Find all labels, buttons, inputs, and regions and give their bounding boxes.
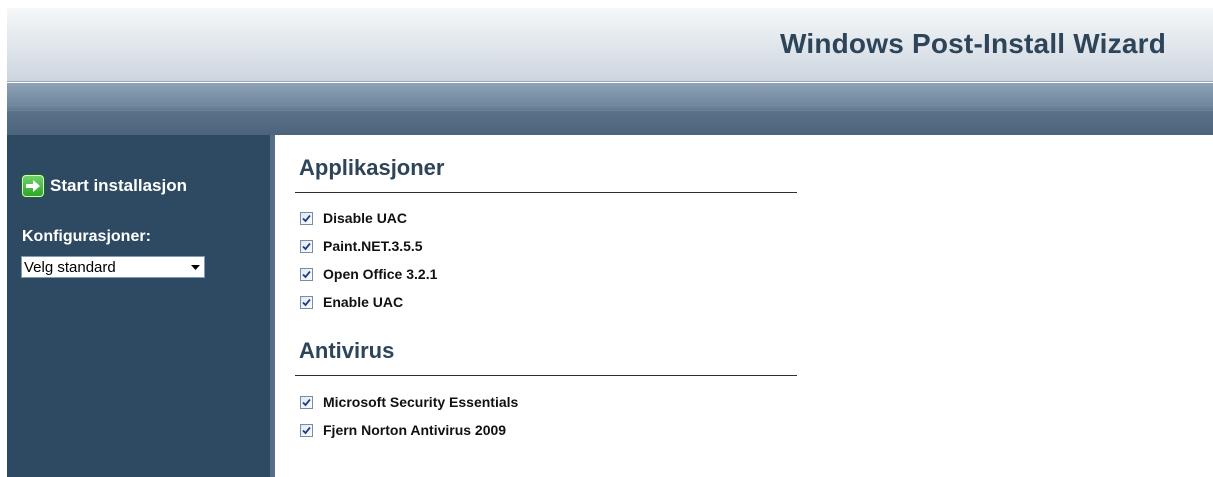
checkbox-item[interactable]: Microsoft Security Essentials — [300, 394, 518, 410]
checkbox-item[interactable]: Open Office 3.2.1 — [300, 266, 437, 282]
header-bar: Windows Post-Install Wizard — [7, 8, 1213, 82]
checkbox[interactable] — [300, 295, 313, 309]
checkbox[interactable] — [300, 267, 313, 281]
nav-bar-divider — [7, 110, 1213, 111]
section-divider — [295, 192, 797, 193]
checkbox-check-icon — [302, 270, 311, 278]
nav-bar — [7, 83, 1213, 135]
start-install-button[interactable]: Start installasjon — [22, 173, 187, 199]
checkbox-check-icon — [302, 398, 311, 406]
checkbox-item[interactable]: Disable UAC — [300, 210, 407, 226]
checkbox-item[interactable]: Enable UAC — [300, 294, 403, 310]
checkbox-item[interactable]: Paint.NET.3.5.5 — [300, 238, 423, 254]
checkbox-check-icon — [302, 426, 311, 434]
checkbox[interactable] — [300, 395, 313, 409]
checkbox-label: Enable UAC — [323, 294, 404, 310]
section-divider — [295, 375, 797, 376]
wizard-window: Windows Post-Install Wizard Start instal… — [7, 8, 1213, 477]
checkbox[interactable] — [300, 239, 313, 253]
checkbox[interactable] — [300, 423, 313, 437]
dropdown-arrow-icon — [186, 264, 204, 270]
checkbox-item[interactable]: Fjern Norton Antivirus 2009 — [300, 422, 506, 438]
checkbox-label: Microsoft Security Essentials — [323, 394, 519, 410]
checkbox-label: Fjern Norton Antivirus 2009 — [323, 422, 507, 438]
config-label: Konfigurasjoner: — [22, 228, 151, 245]
config-select[interactable]: Velg standard — [21, 256, 205, 278]
config-select-value: Velg standard — [24, 258, 116, 276]
checkbox-label: Open Office 3.2.1 — [323, 266, 438, 282]
section-title-antivirus: Antivirus — [299, 338, 395, 363]
checkbox-label: Paint.NET.3.5.5 — [323, 238, 423, 254]
main-content: Applikasjoner Disable UAC Paint.NET.3.5.… — [280, 135, 1213, 477]
go-arrow-icon — [22, 175, 44, 197]
start-install-label: Start installasjon — [50, 176, 187, 195]
checkbox[interactable] — [300, 211, 313, 225]
checkbox-label: Disable UAC — [323, 210, 408, 226]
checkbox-check-icon — [302, 214, 311, 222]
page-title: Windows Post-Install Wizard — [779, 28, 1166, 59]
checkbox-check-icon — [302, 298, 311, 306]
checkbox-check-icon — [302, 242, 311, 250]
section-title-applikasjoner: Applikasjoner — [299, 155, 445, 180]
sidebar: Start installasjon Konfigurasjoner: Velg… — [7, 135, 275, 477]
